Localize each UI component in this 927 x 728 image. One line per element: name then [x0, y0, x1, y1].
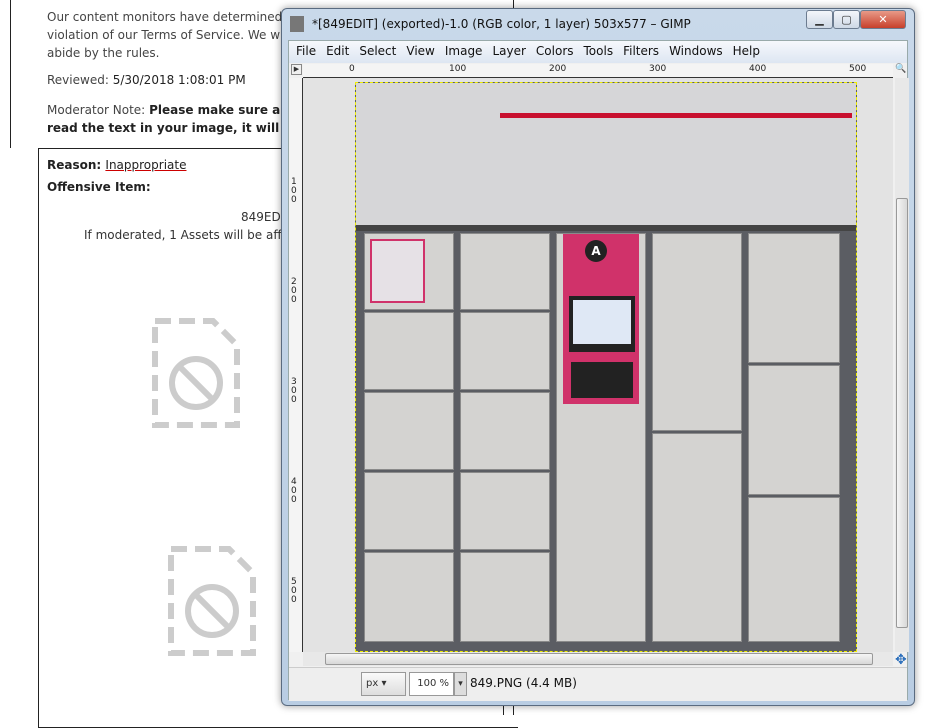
ruler-tick: 300 [649, 64, 667, 74]
red-stripe [500, 113, 852, 118]
reviewed: Reviewed: 5/30/2018 1:08:01 PM [47, 71, 246, 89]
gimp-window: *[849EDIT] (exported)-1.0 (RGB color, 1 … [281, 8, 915, 706]
reviewed-label: Reviewed: [47, 73, 109, 87]
ruler-tick: 500 [849, 64, 867, 74]
status-bar: px ▾ 100 % ▾ 849.PNG (4.4 MB) [289, 667, 907, 701]
reason: Reason: Inappropriate [47, 158, 186, 172]
ruler-tick: 200 [549, 64, 567, 74]
ruler-tick: 3 0 0 [291, 377, 297, 405]
navigate-icon[interactable]: ✥ [895, 652, 907, 668]
minimize-button[interactable]: ▁ [806, 10, 833, 29]
ruler-tick: 4 0 0 [291, 477, 297, 505]
zoom-input[interactable]: 100 % [409, 672, 454, 696]
reason-label: Reason: [47, 158, 102, 172]
horizontal-scrollbar[interactable] [303, 652, 893, 666]
zoom-dropdown-button[interactable]: ▾ [454, 672, 467, 696]
menu-select[interactable]: Select [354, 41, 401, 63]
intro-line: Our content monitors have determined tha… [47, 10, 311, 24]
maximize-button[interactable]: ▢ [833, 10, 860, 29]
close-button[interactable]: ✕ [860, 10, 906, 29]
ruler-tick: 400 [749, 64, 767, 74]
gimp-app-icon [290, 16, 304, 32]
ruler-tick: 100 [449, 64, 467, 74]
blocked-image-icon [168, 546, 256, 656]
scrollbar-thumb[interactable] [896, 198, 908, 628]
image-canvas[interactable]: A [303, 78, 893, 652]
menu-bar: File Edit Select View Image Layer Colors… [289, 41, 907, 63]
file-info: 849.PNG (4.4 MB) [470, 676, 577, 690]
intro-text: Our content monitors have determined tha… [47, 8, 316, 62]
menu-layer[interactable]: Layer [487, 41, 530, 63]
reason-value: Inappropriate [105, 158, 187, 172]
window-title: *[849EDIT] (exported)-1.0 (RGB color, 1 … [312, 17, 691, 31]
scrollbar-thumb[interactable] [325, 653, 873, 665]
blocked-image-icon [152, 318, 240, 428]
ruler-tick: 2 0 0 [291, 277, 297, 305]
gimp-image-window: File Edit Select View Image Layer Colors… [288, 40, 909, 701]
unit-value: px [366, 678, 379, 689]
menu-edit[interactable]: Edit [321, 41, 354, 63]
menu-tools[interactable]: Tools [579, 41, 619, 63]
menu-view[interactable]: View [401, 41, 439, 63]
note-label: Moderator Note: [47, 103, 146, 117]
menu-windows[interactable]: Windows [664, 41, 728, 63]
locker-door [364, 233, 454, 310]
offensive-label: Offensive Item: [47, 180, 151, 194]
locker-photo: A [355, 82, 857, 652]
reviewed-value: 5/30/2018 1:08:01 PM [112, 73, 246, 87]
menu-file[interactable]: File [291, 41, 321, 63]
locker-top-panel [356, 83, 856, 225]
locker-label: A [585, 240, 607, 262]
menu-help[interactable]: Help [728, 41, 765, 63]
menu-arrow-button[interactable]: ▶ [291, 64, 302, 75]
ruler-tick: 1 0 0 [291, 177, 297, 205]
menu-image[interactable]: Image [440, 41, 488, 63]
horizontal-ruler[interactable]: 0 100 200 300 400 500 [303, 64, 893, 78]
menu-colors[interactable]: Colors [531, 41, 579, 63]
page-border-left [10, 0, 11, 148]
vertical-ruler[interactable]: 1 0 0 2 0 0 3 0 0 4 0 0 5 0 0 [289, 78, 303, 652]
ruler-tick: 0 [349, 64, 355, 74]
kiosk-unit: A [556, 233, 646, 642]
unit-select[interactable]: px ▾ [361, 672, 406, 696]
menu-filters[interactable]: Filters [618, 41, 664, 63]
intro-line: violation of our Terms of Service. We wi… [47, 28, 316, 42]
zoom-follow-icon[interactable]: 🔍 [895, 64, 906, 74]
vertical-scrollbar[interactable] [895, 78, 909, 652]
intro-line: abide by the rules. [47, 46, 160, 60]
ruler-tick: 5 0 0 [291, 577, 297, 605]
